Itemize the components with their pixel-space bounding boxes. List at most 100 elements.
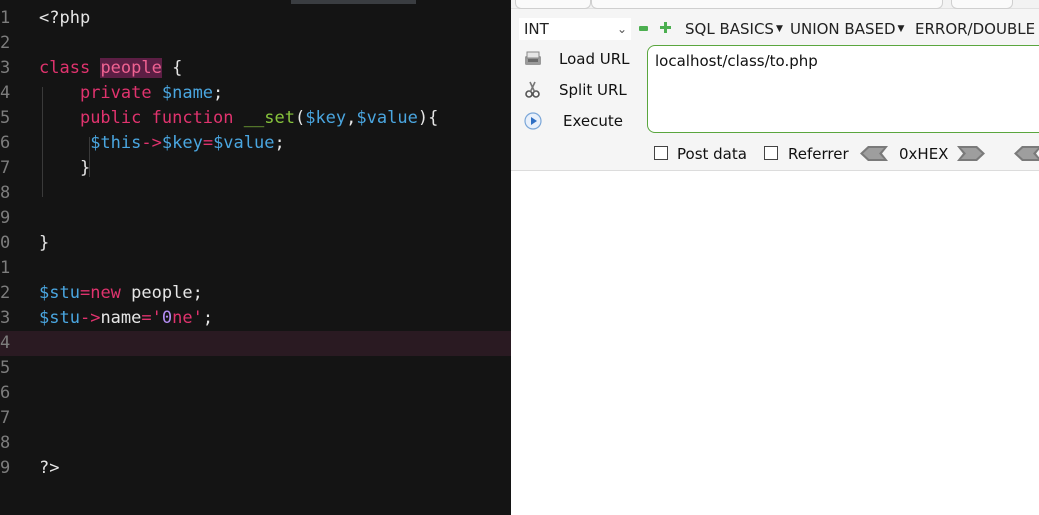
code-text: class people { <box>39 56 182 81</box>
browser-tab[interactable] <box>515 0 591 9</box>
line-number: 0 <box>0 233 11 253</box>
code-token: private <box>79 83 152 103</box>
code-token: -> <box>141 133 162 153</box>
code-line[interactable]: 7 } <box>0 156 511 181</box>
code-token: new <box>90 283 121 303</box>
code-token: ){ <box>417 108 439 128</box>
referrer-checkbox[interactable] <box>764 146 778 160</box>
code-token: = <box>141 308 152 328</box>
decode-left-arrow-icon[interactable] <box>860 146 888 161</box>
line-number: 4 <box>0 333 11 353</box>
execute-label: Execute <box>563 112 623 130</box>
injection-type-select[interactable]: INT ⌄ <box>519 18 631 40</box>
code-line[interactable]: 3 class people { <box>0 56 511 81</box>
code-text: } <box>39 231 49 256</box>
code-text: } <box>39 156 90 181</box>
line-number: 6 <box>0 383 11 403</box>
code-line[interactable]: 7 <box>0 406 511 431</box>
code-line[interactable]: 5 public function __set($key,$value){ <box>0 106 511 131</box>
line-number: 9 <box>0 458 11 478</box>
code-token: -> <box>79 308 101 328</box>
code-text: ?> <box>39 456 59 481</box>
chevron-down-icon: ⌄ <box>616 22 627 36</box>
code-line[interactable]: 9 <box>0 206 511 231</box>
code-text: <?php <box>39 6 90 31</box>
code-token: = <box>202 133 214 153</box>
line-number: 7 <box>0 158 11 178</box>
code-token: function <box>151 108 234 128</box>
execute-button[interactable]: Execute <box>519 108 644 134</box>
caret-down-icon: ▼ <box>775 24 783 34</box>
caret-down-icon: ▼ <box>897 24 905 34</box>
code-token: 0 <box>161 308 173 328</box>
scissors-icon <box>525 81 540 98</box>
line-number: 7 <box>0 408 11 428</box>
menu-sql-basics-label: SQL BASICS <box>685 20 774 38</box>
encode-right-arrow-icon[interactable] <box>957 146 985 161</box>
code-token: people; <box>120 283 203 303</box>
code-token: { <box>161 58 183 78</box>
load-url-button[interactable]: Load URL <box>519 46 644 72</box>
browser-tab[interactable] <box>951 0 1013 9</box>
increase-icon[interactable] <box>660 22 671 33</box>
code-token: ; <box>202 308 214 328</box>
hackbar-panel: INT ⌄ SQL BASICS ▼ UNION BASED ▼ ERROR/DOU… <box>511 9 1039 171</box>
line-number: 5 <box>0 108 11 128</box>
decrease-icon[interactable] <box>639 26 648 31</box>
code-line[interactable]: 4 <box>0 331 511 356</box>
code-token: ?> <box>39 458 60 478</box>
menu-union-based[interactable]: UNION BASED ▼ <box>790 19 904 39</box>
horizontal-scrollbar-thumb[interactable] <box>291 0 416 4</box>
hex-encoding-label: 0xHEX <box>899 145 949 163</box>
menu-sql-basics[interactable]: SQL BASICS ▼ <box>685 19 783 39</box>
code-line[interactable]: 8 <box>0 431 511 456</box>
code-token: __set <box>243 108 295 128</box>
decode-left-arrow-icon[interactable] <box>1014 146 1039 161</box>
code-line[interactable]: 9 ?> <box>0 456 511 481</box>
load-url-icon <box>525 51 541 65</box>
load-url-label: Load URL <box>559 50 630 68</box>
code-line[interactable]: 4 private $name; <box>0 81 511 106</box>
code-text: $stu=new people; <box>39 281 203 306</box>
line-number: 2 <box>0 283 11 303</box>
code-line[interactable]: 0} <box>0 231 511 256</box>
line-number: 8 <box>0 183 11 203</box>
code-line[interactable]: 1 <box>0 256 511 281</box>
code-token: } <box>39 158 91 178</box>
split-url-label: Split URL <box>559 81 627 99</box>
line-number: 1 <box>0 258 11 278</box>
code-line[interactable]: 6 $this->$key=$value; <box>0 131 511 156</box>
code-editor[interactable]: 1 <?php 2 3 class people {4 private $name; 5 … <box>0 0 511 515</box>
code-token: ; <box>274 133 285 153</box>
code-token: ( <box>294 108 306 128</box>
code-token: ne <box>172 308 193 328</box>
code-token: ; <box>213 83 224 103</box>
line-number: 6 <box>0 133 11 153</box>
url-input[interactable]: localhost/class/to.php <box>647 45 1039 133</box>
menu-error-double-query[interactable]: ERROR/DOUBLE Q <box>915 19 1039 39</box>
post-data-label: Post data <box>677 145 747 163</box>
browser-tab[interactable] <box>591 0 943 9</box>
code-line[interactable]: 2 <box>0 31 511 56</box>
code-token: $name <box>161 83 214 103</box>
code-token: public <box>79 108 142 128</box>
screen: 1 <?php 2 3 class people {4 private $name; 5 … <box>0 0 1039 515</box>
code-token: class <box>39 58 91 78</box>
code-line[interactable]: 8 <box>0 181 511 206</box>
code-line[interactable]: 5 <box>0 356 511 381</box>
code-token: $this <box>90 133 142 153</box>
code-token: people <box>100 58 162 78</box>
code-line[interactable]: 6 <box>0 381 511 406</box>
code-line[interactable]: 3 $stu->name='0ne'; <box>0 306 511 331</box>
split-url-button[interactable]: Split URL <box>519 77 644 103</box>
menu-union-based-label: UNION BASED <box>790 20 896 38</box>
code-text: $stu->name='0ne'; <box>39 306 213 331</box>
post-data-checkbox[interactable] <box>654 146 668 160</box>
line-number: 4 <box>0 83 11 103</box>
code-line[interactable]: 2 $stu=new people; <box>0 281 511 306</box>
code-line[interactable]: 1 <?php <box>0 6 511 31</box>
